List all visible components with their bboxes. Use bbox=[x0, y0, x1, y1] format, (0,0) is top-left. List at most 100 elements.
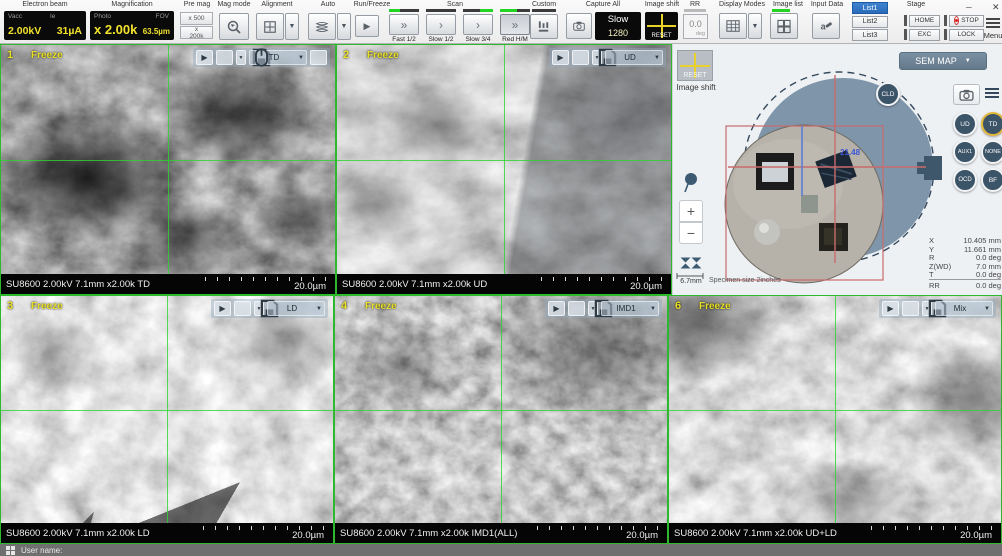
panel-freeze-state: Freeze bbox=[699, 301, 731, 312]
sem-image-ld[interactable]: 3 Freeze ▶ ▼ LD▼ bbox=[1, 296, 333, 523]
run-freeze-group-label: Run/Freeze bbox=[352, 1, 392, 8]
panel-toolbar: ▶ ▼ TD▼ bbox=[193, 48, 330, 67]
image-panel-1[interactable]: 1 Freeze ▶ ▼ TD▼ SU8600 2.00kV 7.1mm x2.… bbox=[0, 44, 336, 295]
sem-image-td[interactable]: 1 Freeze ▶ ▼ TD▼ bbox=[1, 45, 335, 274]
display-modes-button[interactable] bbox=[719, 13, 747, 39]
sem-map-mode-button[interactable]: SEM MAP ▼ bbox=[899, 52, 987, 70]
pre-mag-high-button[interactable]: x 200k bbox=[180, 26, 213, 39]
capture-all-button[interactable] bbox=[566, 13, 592, 39]
alignment-button[interactable] bbox=[256, 13, 284, 40]
map-image-shift-reset[interactable]: RESET bbox=[677, 50, 713, 81]
list1-button[interactable]: List1 bbox=[852, 2, 888, 14]
stage-stop-button[interactable]: STOP bbox=[949, 15, 984, 27]
image-panel-4[interactable]: 4 Freeze ▶ ▼ IMD1▼ SU8600 2.00kV 7.1mm x… bbox=[334, 295, 668, 544]
image-shift-widget[interactable]: RESET bbox=[645, 12, 678, 40]
pre-mag-group-label: Pre mag bbox=[180, 1, 214, 8]
close-button[interactable]: ✕ bbox=[986, 1, 1000, 13]
stage-exc-button[interactable]: EXC bbox=[909, 29, 940, 41]
image-panel-2[interactable]: 2 Freeze ▶ ▼ UD▼ SU8600 2.00kV 7.1mm x2.… bbox=[336, 44, 672, 295]
custom-group-label: Custom bbox=[528, 1, 560, 8]
electron-beam-readout[interactable]: Vacc Ie 2.00kV 31µA bbox=[4, 11, 86, 40]
scan-fast-button[interactable]: » bbox=[389, 14, 419, 35]
electron-beam-group-label: Electron beam bbox=[4, 1, 86, 8]
custom-indicator bbox=[532, 9, 556, 12]
fit-view-icon[interactable] bbox=[680, 252, 702, 274]
map-capture-button[interactable] bbox=[953, 84, 980, 105]
sem-image-mix[interactable]: 6 Freeze ▶ ▼ Mix▼ bbox=[669, 296, 1001, 523]
scale-label: 20.0µm bbox=[294, 281, 326, 292]
image-list-grid-icon bbox=[777, 19, 791, 34]
panel-number: 6 bbox=[675, 300, 681, 312]
custom-button[interactable] bbox=[530, 14, 558, 39]
detector-none-button[interactable]: NONE bbox=[981, 140, 1002, 164]
auto-button[interactable] bbox=[308, 13, 336, 40]
capture-speed-readout: Slow 1280 bbox=[595, 12, 641, 40]
panel-save-button[interactable] bbox=[234, 301, 251, 316]
app-grid-icon[interactable] bbox=[6, 546, 15, 555]
panel-save-button[interactable] bbox=[568, 301, 585, 316]
detector-bf-button[interactable]: BF bbox=[981, 168, 1002, 192]
chevron-down-icon: ▼ bbox=[316, 306, 322, 312]
panel-mouse-button[interactable] bbox=[310, 50, 327, 65]
image-panel-6[interactable]: 6 Freeze ▶ ▼ Mix▼ SU8600 2.00kV 7.1mm x2… bbox=[668, 295, 1002, 544]
panel-signal-select[interactable]: LD▼ bbox=[267, 301, 325, 316]
magnification-readout[interactable]: Photo FOV x 2.00k 63.5µm bbox=[90, 11, 174, 40]
panel-signal-select[interactable]: UD▼ bbox=[605, 50, 663, 65]
panel-signal-select[interactable]: IMD1▼ bbox=[601, 301, 659, 316]
image-list-button[interactable] bbox=[770, 13, 798, 39]
rr-readout[interactable]: 0.0 deg bbox=[683, 14, 708, 39]
image-panel-3[interactable]: 3 Freeze ▶ ▼ LD▼ SU8600 2.00kV 7.1mm x2.… bbox=[0, 295, 334, 544]
scan-red-button[interactable]: » bbox=[500, 14, 530, 35]
scan-slow12-label: Slow 1/2 bbox=[426, 36, 456, 43]
scan-slow12-button[interactable]: › bbox=[426, 14, 456, 35]
map-annotation: 21.48 bbox=[840, 148, 860, 157]
pin-icon[interactable] bbox=[681, 172, 699, 194]
panel-signal-select[interactable]: Mix▼ bbox=[935, 301, 993, 316]
crosshair-horizontal bbox=[337, 160, 671, 161]
image-shift-group-label: Image shift bbox=[643, 1, 681, 8]
camera-icon bbox=[959, 89, 974, 101]
run-freeze-button[interactable]: ▶ bbox=[355, 15, 379, 37]
input-data-button[interactable]: a bbox=[812, 13, 840, 39]
sem-image-imd1[interactable]: 4 Freeze ▶ ▼ IMD1▼ bbox=[335, 296, 667, 523]
minimize-button[interactable]: ─ bbox=[960, 1, 976, 13]
rr-group-label: RR bbox=[683, 1, 707, 8]
image-shift-reset-label[interactable]: RESET bbox=[645, 33, 678, 39]
panel-status-bar: SU8600 2.00kV 7.1mm x2.00k IMD1(ALL) 20.… bbox=[335, 523, 667, 543]
mag-mode-group-label: Mag mode bbox=[214, 1, 254, 8]
rr-unit: deg bbox=[696, 31, 705, 37]
input-data-stamp-icon: a bbox=[819, 18, 833, 34]
map-zoom-in-button[interactable]: + bbox=[679, 200, 703, 222]
list2-button[interactable]: List2 bbox=[852, 16, 888, 28]
mag-mode-button[interactable] bbox=[219, 13, 249, 40]
sem-map-panel: 21.48 SEM MAP ▼ RESET Image shift + − CL… bbox=[672, 44, 1002, 295]
pre-mag-low-button[interactable]: x 500 bbox=[180, 12, 213, 25]
stage-home-button[interactable]: HOME bbox=[909, 15, 940, 27]
scan-slow34-label: Slow 3/4 bbox=[463, 36, 493, 43]
chevron-down-icon: ▼ bbox=[654, 55, 660, 61]
vacc-value: 2.00kV bbox=[8, 25, 41, 37]
scan-slow34-button[interactable]: › bbox=[463, 14, 493, 35]
panel-save-button[interactable] bbox=[902, 301, 919, 316]
map-zoom-out-button[interactable]: − bbox=[679, 222, 703, 244]
stage-lock-button[interactable]: LOCK bbox=[949, 29, 984, 41]
map-list-icon[interactable] bbox=[985, 88, 999, 98]
detector-ud-button[interactable]: UD bbox=[953, 112, 977, 136]
ie-label: Ie bbox=[50, 13, 55, 20]
panel-save-button[interactable] bbox=[572, 50, 589, 65]
panel-status-bar: SU8600 2.00kV 7.1mm x2.00k UD 20.0µm bbox=[337, 274, 671, 294]
menu-icon[interactable] bbox=[986, 18, 1000, 28]
camera-icon bbox=[573, 19, 585, 33]
sem-image-ud[interactable]: 2 Freeze ▶ ▼ UD▼ bbox=[337, 45, 671, 274]
display-modes-dropdown-button[interactable]: ▼ bbox=[748, 13, 762, 39]
list3-button[interactable]: List3 bbox=[852, 29, 888, 41]
detector-aux1-button[interactable]: AUX1 bbox=[953, 140, 977, 164]
detector-ocd-button[interactable]: OCD bbox=[953, 168, 977, 192]
detector-cld-button[interactable]: CLD bbox=[876, 82, 900, 106]
auto-dropdown-button[interactable]: ▼ bbox=[337, 13, 351, 40]
alignment-dropdown-button[interactable]: ▼ bbox=[285, 13, 299, 40]
menu-label[interactable]: Menu bbox=[980, 31, 1002, 40]
panel-status-text: SU8600 2.00kV 7.1mm x2.00k IMD1(ALL) bbox=[340, 528, 517, 539]
fov-label: FOV bbox=[156, 13, 169, 20]
detector-td-button[interactable]: TD bbox=[981, 112, 1002, 136]
